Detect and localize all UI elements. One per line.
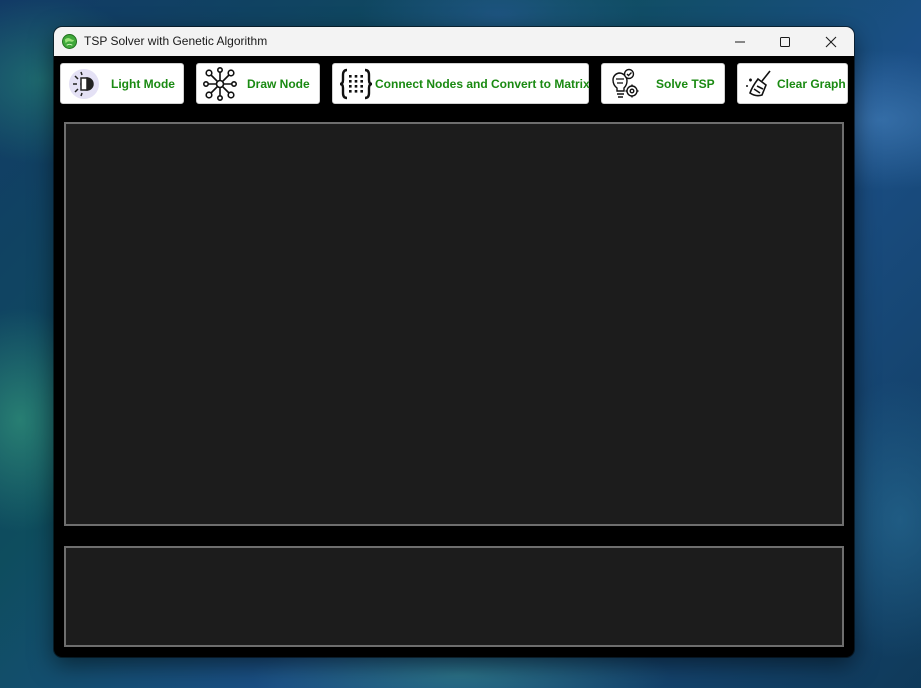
app-window: TSP Solver with Genetic Algorithm Light … <box>54 27 854 657</box>
light-mode-label: Light Mode <box>111 77 175 91</box>
broom-icon <box>746 70 771 97</box>
clear-graph-button[interactable]: Clear Graph <box>737 63 848 104</box>
lightbulb-gear-icon <box>612 68 639 98</box>
connect-nodes-label: Connect Nodes and Convert to Matrix <box>375 77 590 91</box>
close-icon <box>825 36 837 47</box>
sun-toggle-icon <box>69 69 99 99</box>
light-mode-button[interactable]: Light Mode <box>60 63 184 104</box>
window-title: TSP Solver with Genetic Algorithm <box>84 34 268 48</box>
app-globe-icon <box>62 34 77 49</box>
minimize-button[interactable] <box>717 27 763 56</box>
maximize-icon <box>780 36 790 47</box>
title-bar[interactable]: TSP Solver with Genetic Algorithm <box>54 27 854 56</box>
network-nodes-icon <box>203 67 237 101</box>
draw-node-button[interactable]: Draw Node <box>196 63 320 104</box>
solve-tsp-button[interactable]: Solve TSP <box>601 63 725 104</box>
close-button[interactable] <box>808 27 854 56</box>
graph-canvas[interactable] <box>64 122 844 526</box>
solve-tsp-label: Solve TSP <box>656 77 715 91</box>
draw-node-label: Draw Node <box>247 77 310 91</box>
matrix-braces-icon <box>339 68 373 100</box>
connect-nodes-button[interactable]: Connect Nodes and Convert to Matrix <box>332 63 590 104</box>
minimize-icon <box>735 41 745 42</box>
output-panel[interactable] <box>64 546 844 647</box>
clear-graph-label: Clear Graph <box>777 77 846 91</box>
maximize-button[interactable] <box>762 27 808 56</box>
